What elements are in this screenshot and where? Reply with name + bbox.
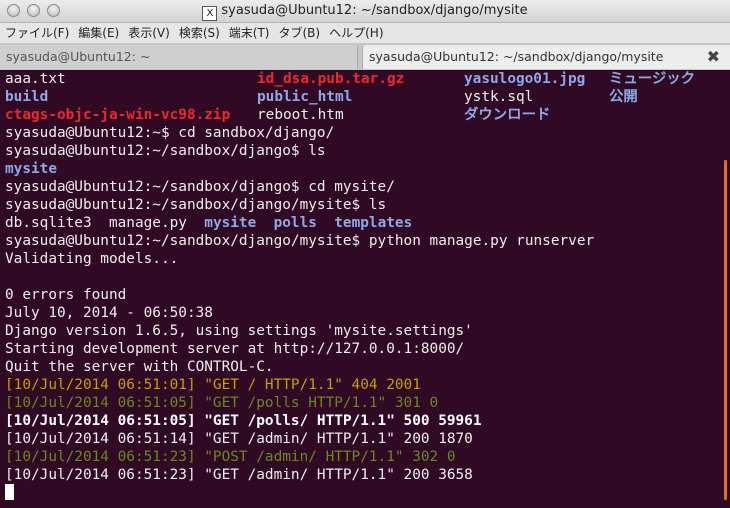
listing-entry: aaa.txt [5, 71, 66, 87]
terminal-line: [10/Jul/2014 06:51:05] "GET /polls/ HTTP… [5, 412, 717, 430]
terminal-line: July 10, 2014 - 06:50:38 [5, 304, 717, 322]
terminal-line: syasuda@Ubuntu12:~/sandbox/django/mysite… [5, 232, 717, 250]
prompt-line[interactable] [5, 484, 717, 502]
terminal-text: 0 errors found [5, 287, 127, 303]
terminal-window: Xsyasuda@Ubuntu12: ~/sandbox/django/mysi… [0, 0, 730, 508]
terminal-text: [10/Jul/2014 06:51:14] "GET /admin/ HTTP… [5, 431, 473, 447]
window-title: syasuda@Ubuntu12: ~/sandbox/django/mysit… [221, 3, 528, 18]
menu-item[interactable]: 表示(V) [123, 23, 174, 42]
listing-entry: id_dsa.pub.tar.gz [257, 71, 405, 87]
listing-entry: ミュージック [609, 71, 696, 87]
terminal-output: aaa.txt id_dsa.pub.tar.gz yasulogo01.jpg ミュ… [5, 70, 717, 502]
listing-entry: public_html [257, 89, 353, 105]
listing-entry: reboot.htm [257, 107, 344, 123]
tab-home[interactable]: syasuda@Ubuntu12: ~ [0, 45, 358, 69]
listing-row: build public_html ystk.sql 公開 [5, 88, 717, 106]
terminal-text: Validating models... [5, 251, 179, 267]
terminal-text: Starting development server at http://12… [5, 341, 465, 357]
terminal-text: [10/Jul/2014 06:51:05] "GET /polls HTTP/… [5, 395, 439, 411]
terminal-text: mysite [204, 215, 257, 231]
menu-item[interactable]: 編集(E) [73, 23, 123, 42]
x11-icon: X [202, 6, 218, 21]
listing-row: aaa.txt id_dsa.pub.tar.gz yasulogo01.jpg ミュ… [5, 70, 717, 88]
terminal-text: mysite [5, 161, 57, 177]
terminal-line: mysite [5, 160, 717, 178]
terminal-view[interactable]: aaa.txt id_dsa.pub.tar.gz yasulogo01.jpg ミュ… [0, 70, 730, 508]
menu-item[interactable]: 端末(T) [224, 23, 274, 42]
listing-entry: ctags-objc-ja-win-vc98.zip [5, 107, 231, 123]
listing-entry: 公開 [609, 89, 638, 105]
terminal-text: syasuda@Ubuntu12:~/sandbox/django$ ls [5, 143, 326, 159]
terminal-line: [10/Jul/2014 06:51:05] "GET /polls HTTP/… [5, 394, 717, 412]
terminal-line: 0 errors found [5, 286, 717, 304]
terminal-text: Django version 1.6.5, using settings 'my… [5, 323, 473, 339]
terminal-text: polls [273, 215, 317, 231]
title-bar[interactable]: Xsyasuda@Ubuntu12: ~/sandbox/django/mysi… [0, 0, 730, 23]
terminal-text: syasuda@Ubuntu12:~/sandbox/django$ cd my… [5, 179, 395, 195]
terminal-line: Starting development server at http://12… [5, 340, 717, 358]
terminal-text: db.sqlite3 manage.py [5, 215, 205, 231]
listing-row: ctags-objc-ja-win-vc98.zip reboot.htm ダウンロ… [5, 106, 717, 124]
terminal-text: [10/Jul/2014 06:51:23] "POST /admin/ HTT… [5, 449, 456, 465]
terminal-line: syasuda@Ubuntu12:~$ cd sandbox/django/ [5, 124, 717, 142]
listing-entry: ystk.sql [464, 89, 534, 105]
terminal-text: [10/Jul/2014 06:51:23] "GET /admin/ HTTP… [5, 467, 473, 483]
menu-item[interactable]: ヘルプ(H) [324, 23, 387, 42]
scrollbar-thumb[interactable] [724, 160, 727, 500]
terminal-line: Quit the server with CONTROL-C. [5, 358, 717, 376]
tab-label: syasuda@Ubuntu12: ~ [6, 49, 151, 64]
menu-item[interactable]: タブ(B) [274, 23, 325, 42]
menu-item[interactable]: ファイル(F) [0, 23, 73, 42]
listing-entry: ダウンロード [464, 107, 551, 123]
terminal-text: templates [334, 215, 413, 231]
terminal-line: Django version 1.6.5, using settings 'my… [5, 322, 717, 340]
terminal-text: [10/Jul/2014 06:51:01] "GET / HTTP/1.1" … [5, 377, 421, 393]
terminal-line: [10/Jul/2014 06:51:23] "GET /admin/ HTTP… [5, 466, 717, 484]
tab-bar: syasuda@Ubuntu12: ~ syasuda@Ubuntu12: ~/… [0, 43, 730, 71]
terminal-text: syasuda@Ubuntu12:~/sandbox/django/mysite… [5, 197, 387, 213]
listing-entry: build [5, 89, 49, 105]
scrollbar[interactable] [718, 70, 730, 508]
terminal-text: syasuda@Ubuntu12:~$ cd sandbox/django/ [5, 125, 335, 141]
terminal-line: [10/Jul/2014 06:51:14] "GET /admin/ HTTP… [5, 430, 717, 448]
terminal-line: Validating models... [5, 250, 717, 268]
window-title-area: Xsyasuda@Ubuntu12: ~/sandbox/django/mysi… [0, 3, 730, 21]
terminal-text: Quit the server with CONTROL-C. [5, 359, 274, 375]
terminal-line: syasuda@Ubuntu12:~/sandbox/django$ ls [5, 142, 717, 160]
terminal-line: syasuda@Ubuntu12:~/sandbox/django$ cd my… [5, 178, 717, 196]
tab-mysite[interactable]: syasuda@Ubuntu12: ~/sandbox/django/mysit… [362, 45, 730, 69]
listing-entry: yasulogo01.jpg [464, 71, 586, 87]
terminal-text: July 10, 2014 - 06:50:38 [5, 305, 213, 321]
terminal-line: [10/Jul/2014 06:51:23] "POST /admin/ HTT… [5, 448, 717, 466]
terminal-line: syasuda@Ubuntu12:~/sandbox/django/mysite… [5, 196, 717, 214]
tab-label: syasuda@Ubuntu12: ~/sandbox/django/mysit… [369, 49, 664, 64]
menu-item[interactable]: 検索(S) [174, 23, 224, 42]
terminal-line: db.sqlite3 manage.py mysite polls templa… [5, 214, 717, 232]
text-cursor [5, 484, 14, 500]
menu-bar: ファイル(F) 編集(E) 表示(V) 検索(S) 端末(T) タブ(B) ヘルプ(H) [0, 23, 730, 43]
terminal-text: syasuda@Ubuntu12:~/sandbox/django/mysite… [5, 233, 595, 249]
terminal-text: [10/Jul/2014 06:51:05] "GET /polls/ HTTP… [5, 413, 482, 429]
terminal-line: [10/Jul/2014 06:51:01] "GET / HTTP/1.1" … [5, 376, 717, 394]
close-tab-icon[interactable]: ✖ [707, 45, 720, 69]
